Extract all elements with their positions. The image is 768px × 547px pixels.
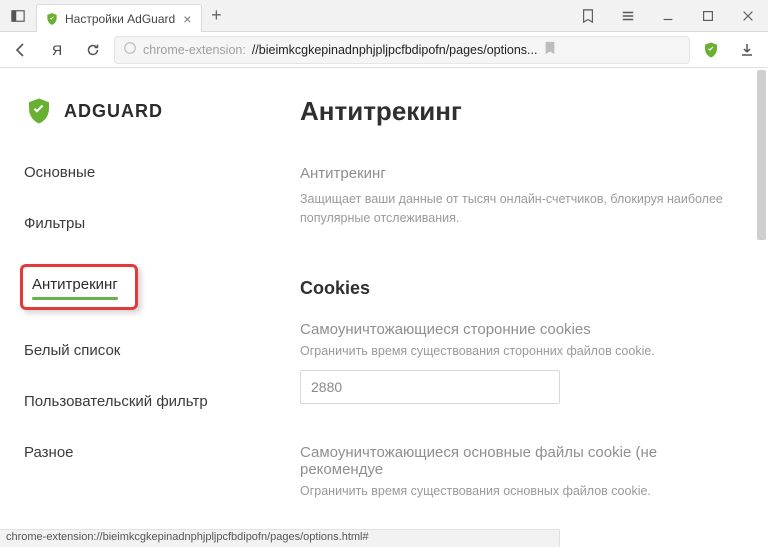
window-maximize-button[interactable]: [688, 0, 728, 31]
cookies-heading: Cookies: [300, 278, 738, 299]
scrollbar[interactable]: [756, 68, 766, 529]
yandex-home-button[interactable]: Я: [42, 36, 72, 64]
sidebar-nav: Основные Фильтры Антитрекинг Белый списо…: [24, 164, 250, 461]
browser-tab[interactable]: Настройки AdGuard ×: [36, 4, 202, 32]
bookmark-icon[interactable]: [543, 41, 557, 58]
address-path: //bieimkcgkepinadnphjpljpcfbdipofn/pages…: [252, 43, 538, 57]
shield-check-icon: [45, 12, 59, 26]
window-close-button[interactable]: [728, 0, 768, 31]
main-content: Антитрекинг Антитрекинг Защищает ваши да…: [250, 68, 768, 529]
sidebar-item-stealth[interactable]: Антитрекинг: [32, 276, 118, 293]
thirdparty-cookie-desc: Ограничить время существования сторонних…: [300, 344, 738, 358]
thirdparty-cookie-label: Самоуничтожающиеся сторонние cookies: [300, 321, 738, 338]
brand-text: ADGUARD: [64, 101, 163, 122]
sidebar-item-userfilter[interactable]: Пользовательский фильтр: [24, 393, 208, 410]
hamburger-menu-icon[interactable]: [608, 0, 648, 31]
downloads-button[interactable]: [732, 36, 762, 64]
panel-toggle-button[interactable]: [0, 0, 36, 31]
page-lock-icon: [123, 41, 137, 58]
sidebar-item-misc[interactable]: Разное: [24, 444, 74, 461]
window-minimize-button[interactable]: [648, 0, 688, 31]
sidebar-item-general[interactable]: Основные: [24, 164, 95, 181]
sidebar-item-filters[interactable]: Фильтры: [24, 215, 85, 232]
stealth-section-label: Антитрекинг: [300, 165, 738, 182]
sidebar-item-whitelist[interactable]: Белый список: [24, 342, 120, 359]
address-scheme: chrome-extension:: [143, 43, 246, 57]
firstparty-cookie-desc: Ограничить время существования основных …: [300, 484, 738, 498]
stealth-section-desc: Защищает ваши данные от тысяч онлайн-сче…: [300, 190, 738, 228]
page-title: Антитрекинг: [300, 96, 738, 127]
adguard-extension-icon[interactable]: [696, 36, 726, 64]
active-indicator: [32, 297, 118, 300]
firstparty-cookie-label: Самоуничтожающиеся основные файлы cookie…: [300, 444, 738, 478]
page-content: ADGUARD Основные Фильтры Антитрекинг Бел…: [0, 68, 768, 529]
close-icon[interactable]: ×: [181, 12, 193, 26]
app-logo: ADGUARD: [24, 96, 250, 126]
scrollbar-thumb[interactable]: [757, 70, 766, 240]
new-tab-button[interactable]: +: [202, 0, 230, 31]
sidebar-item-stealth-wrap: Антитрекинг: [24, 266, 132, 308]
sidebar: ADGUARD Основные Фильтры Антитрекинг Бел…: [0, 68, 250, 529]
status-bar: chrome-extension://bieimkcgkepinadnphjpl…: [0, 529, 560, 547]
browser-toolbar: Я chrome-extension: //bieimkcgkepinadnph…: [0, 32, 768, 68]
back-button[interactable]: [6, 36, 36, 64]
browser-titlebar: Настройки AdGuard × +: [0, 0, 768, 32]
address-bar[interactable]: chrome-extension: //bieimkcgkepinadnphjp…: [114, 36, 690, 64]
shield-check-icon: [24, 96, 54, 126]
thirdparty-cookie-input[interactable]: [300, 370, 560, 404]
reload-button[interactable]: [78, 36, 108, 64]
tab-title: Настройки AdGuard: [65, 12, 175, 26]
bookmark-menu-icon[interactable]: [568, 0, 608, 31]
svg-text:Я: Я: [52, 42, 62, 58]
